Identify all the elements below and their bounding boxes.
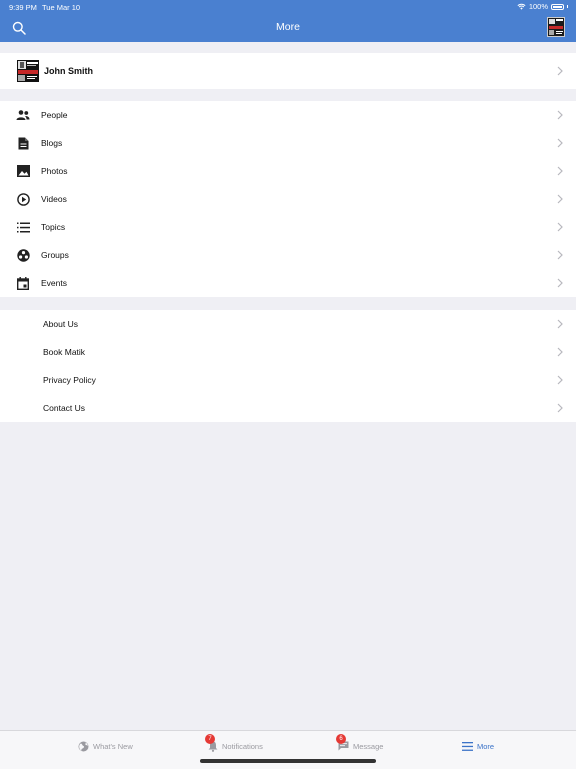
status-date: Tue Mar 10 <box>42 3 81 12</box>
menu-item-videos[interactable]: Videos <box>0 185 576 213</box>
image-icon <box>16 164 30 178</box>
nav-bar: More <box>0 14 576 42</box>
info-section: About Us Book Matik Privacy Policy Conta… <box>0 310 576 422</box>
message-badge: 6 <box>336 733 346 744</box>
battery-icon <box>551 3 564 10</box>
document-icon <box>16 136 30 150</box>
chevron-right-icon <box>557 403 563 413</box>
chevron-right-icon <box>557 319 563 329</box>
menu-item-label: Topics <box>41 222 66 232</box>
menu-item-label: People <box>41 110 68 120</box>
info-item-label: Privacy Policy <box>43 375 96 385</box>
info-item-privacy-policy[interactable]: Privacy Policy <box>0 366 576 394</box>
tab-label: Notifications <box>222 741 263 751</box>
chevron-right-icon <box>557 138 563 148</box>
chevron-right-icon <box>557 66 563 76</box>
chevron-right-icon <box>557 194 563 204</box>
profile-name: John Smith <box>44 66 93 76</box>
tab-label: What's New <box>93 741 133 751</box>
list-icon <box>16 220 30 234</box>
page-title: More <box>276 21 300 33</box>
profile-avatar <box>17 60 39 82</box>
info-item-book-matik[interactable]: Book Matik <box>0 338 576 366</box>
battery-tip <box>567 5 568 8</box>
menu-icon <box>462 741 473 752</box>
notification-badge: 7 <box>205 733 215 744</box>
chevron-right-icon <box>557 347 563 357</box>
profile-row[interactable]: John Smith <box>0 53 576 89</box>
info-item-about-us[interactable]: About Us <box>0 310 576 338</box>
play-circle-icon <box>16 192 30 206</box>
chevron-right-icon <box>557 166 563 176</box>
wifi-icon <box>517 3 526 10</box>
tab-message[interactable]: 6 Message <box>336 731 384 761</box>
tab-notifications[interactable]: 7 Notifications <box>205 731 263 761</box>
info-item-contact-us[interactable]: Contact Us <box>0 394 576 422</box>
tab-whats-new[interactable]: What's New <box>78 731 133 761</box>
tab-bar: What's New 7 Notifications 6 Message Mor… <box>0 730 576 769</box>
globe-icon <box>78 741 89 752</box>
profile-avatar-image <box>17 60 39 82</box>
people-icon <box>16 108 30 122</box>
bell-icon: 7 <box>205 733 218 752</box>
status-time: 9:39 PM <box>9 3 37 12</box>
menu-item-label: Blogs <box>41 138 63 148</box>
avatar-image <box>548 18 564 36</box>
tab-label: More <box>477 741 495 751</box>
tab-more[interactable]: More <box>462 731 494 761</box>
battery-percent: 100% <box>528 2 548 11</box>
info-item-label: Book Matik <box>43 347 86 357</box>
calendar-icon <box>16 276 30 290</box>
avatar[interactable] <box>547 17 565 37</box>
chevron-right-icon <box>557 110 563 120</box>
chevron-right-icon <box>557 250 563 260</box>
chat-icon: 6 <box>336 733 349 752</box>
menu-item-label: Photos <box>41 166 68 176</box>
chevron-right-icon <box>557 278 563 288</box>
info-item-label: About Us <box>43 319 78 329</box>
menu-item-people[interactable]: People <box>0 101 576 129</box>
profile-section: John Smith <box>0 53 576 89</box>
chevron-right-icon <box>557 222 563 232</box>
menu-section: People Blogs Photos Videos Topics Groups… <box>0 101 576 297</box>
status-bar: 9:39 PM Tue Mar 10 100% <box>0 0 576 14</box>
home-indicator[interactable] <box>200 759 376 763</box>
menu-item-events[interactable]: Events <box>0 269 576 297</box>
menu-item-groups[interactable]: Groups <box>0 241 576 269</box>
chevron-right-icon <box>557 375 563 385</box>
tab-label: Message <box>353 741 384 751</box>
menu-item-label: Videos <box>41 194 67 204</box>
status-right: 100% <box>517 2 568 11</box>
menu-item-topics[interactable]: Topics <box>0 213 576 241</box>
menu-item-photos[interactable]: Photos <box>0 157 576 185</box>
groups-icon <box>16 248 30 262</box>
menu-item-blogs[interactable]: Blogs <box>0 129 576 157</box>
menu-item-label: Events <box>41 278 67 288</box>
menu-item-label: Groups <box>41 250 69 260</box>
info-item-label: Contact Us <box>43 403 86 413</box>
